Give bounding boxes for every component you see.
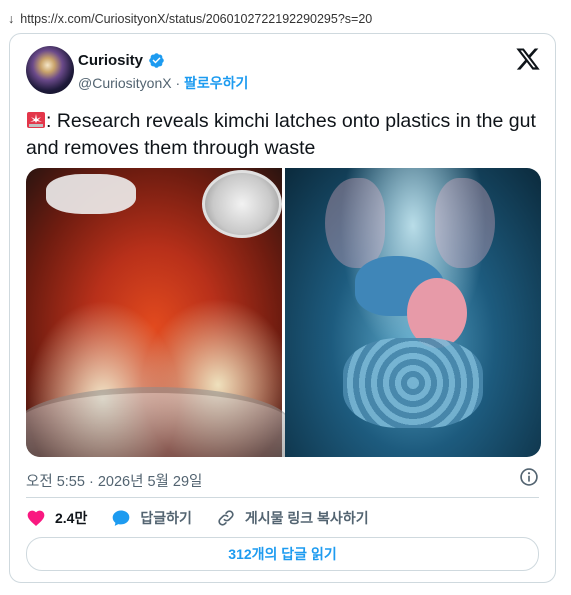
- timestamp[interactable]: 오전 5:55 · 2026년 5월 29일: [26, 470, 202, 491]
- url-text: https://x.com/CuriosityonX/status/206010…: [20, 12, 373, 26]
- action-bar: 2.4만 답글하기 게시물 링크 복사하기: [26, 508, 393, 528]
- lung-right-shape: [435, 178, 495, 268]
- kimchi-image[interactable]: [26, 168, 292, 457]
- copy-link-button[interactable]: 게시물 링크 복사하기: [216, 508, 369, 528]
- author-name: Curiosity: [78, 52, 144, 69]
- handle-separator: ·: [171, 75, 185, 91]
- follow-link[interactable]: 팔로우하기: [184, 75, 248, 91]
- tweet-text-block: : Research reveals kimchi latches onto p…: [26, 108, 536, 162]
- tweet-text: : Research reveals kimchi latches onto p…: [26, 110, 536, 159]
- avatar[interactable]: [26, 46, 74, 94]
- tweet-card: Curiosity @CuriosityonX · 팔로우하기 : Resear…: [9, 33, 556, 583]
- like-button[interactable]: 2.4만: [26, 508, 87, 528]
- microplastic-inset: [202, 170, 282, 238]
- x-logo-icon[interactable]: [515, 46, 541, 72]
- verified-badge-icon: [149, 53, 164, 68]
- read-replies-button[interactable]: 312개의 답글 읽기: [26, 537, 539, 571]
- intestine-shape: [343, 338, 483, 428]
- gut-anatomy-image[interactable]: [285, 168, 541, 457]
- reply-button[interactable]: 답글하기: [111, 508, 192, 528]
- reply-bubble-icon: [113, 510, 130, 526]
- siren-emoji-icon: [27, 112, 45, 128]
- media-grid: [26, 168, 541, 457]
- like-count: 2.4만: [55, 510, 88, 526]
- info-icon[interactable]: [519, 467, 539, 487]
- heart-icon: [27, 510, 45, 526]
- author-handle[interactable]: @CuriosityonX: [78, 75, 172, 91]
- bowl-shape: [26, 387, 292, 457]
- author-name-row[interactable]: Curiosity: [78, 52, 165, 69]
- divider: [26, 497, 539, 498]
- link-icon: [218, 510, 234, 526]
- url-bar[interactable]: ↓ https://x.com/CuriosityonX/status/20601…: [8, 12, 372, 26]
- handle-row: @CuriosityonX · 팔로우하기: [78, 73, 248, 93]
- copy-link-label: 게시물 링크 복사하기: [244, 510, 369, 526]
- download-arrow-icon: ↓: [8, 12, 15, 26]
- lung-left-shape: [325, 178, 385, 268]
- reply-label: 답글하기: [140, 510, 192, 526]
- glove-shape: [46, 174, 136, 214]
